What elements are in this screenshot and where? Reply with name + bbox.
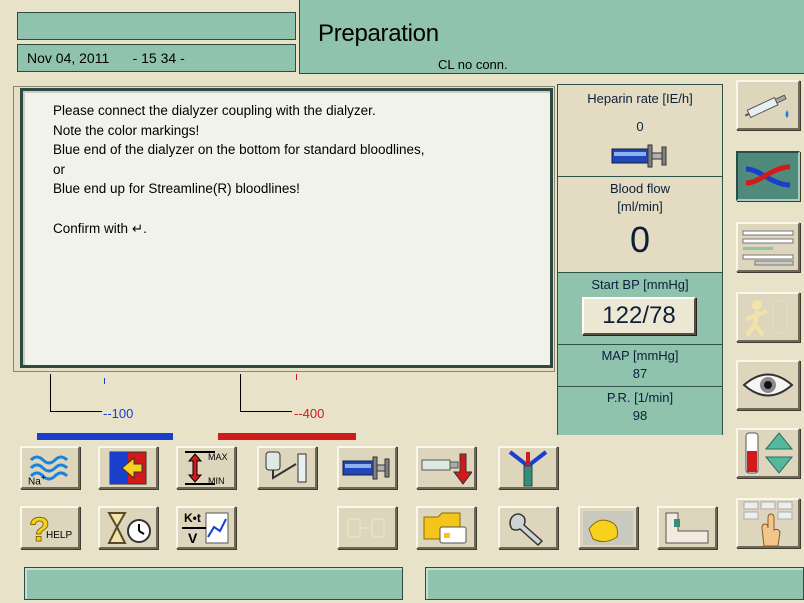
arterial-pressure-bar xyxy=(218,433,356,440)
bicarbonate-button[interactable] xyxy=(98,446,158,489)
heparin-section: Heparin rate [IE/h] 0 xyxy=(558,85,722,177)
map-section: MAP [mmHg] 87 xyxy=(558,345,722,387)
instruction-line: Blue end up for Streamline(R) bloodlines… xyxy=(53,181,300,196)
arm-icon xyxy=(665,512,709,543)
help-button[interactable]: ? HELP xyxy=(20,506,80,549)
cleaning-cloth-icon xyxy=(583,510,633,545)
wrench-icon xyxy=(509,512,544,546)
start-bp-section: Start BP [mmHg] 122/78 xyxy=(558,273,722,345)
instruction-line: Please connect the dialyzer coupling wit… xyxy=(53,103,376,118)
status-bar-right xyxy=(425,567,804,600)
heparin-prime-button[interactable] xyxy=(337,446,397,489)
hand-grid-icon xyxy=(743,501,793,547)
priming-button[interactable] xyxy=(257,446,317,489)
blood-flow-label: Blood flow xyxy=(610,181,670,196)
venous-pressure-gauge xyxy=(50,374,102,412)
pulse-rate-value: 98 xyxy=(632,408,648,423)
connection-status: CL no conn. xyxy=(438,57,508,72)
date-time-display: Nov 04, 2011 - 15 34 - xyxy=(27,50,185,66)
heparin-syringe-icon xyxy=(611,144,667,168)
syringe-icon xyxy=(744,94,789,119)
limits-button[interactable]: MAX MIN xyxy=(176,446,236,489)
settings-bars-icon xyxy=(742,230,794,266)
status-bar-left xyxy=(24,567,403,600)
dialyzer-filling-button[interactable] xyxy=(498,446,558,489)
instruction-line: Blue end of the dialyzer on the bottom f… xyxy=(53,142,425,157)
arm-connect-button[interactable] xyxy=(657,506,717,549)
start-bp-label: Start BP [mmHg] xyxy=(591,277,689,292)
ktv-button[interactable]: K•t V xyxy=(176,506,236,549)
map-value: 87 xyxy=(632,366,648,381)
ktv-top-label: K•t xyxy=(184,511,201,525)
disabled-function-button[interactable] xyxy=(337,506,397,549)
sodium-label: Na+ xyxy=(28,472,46,488)
cleaning-button[interactable] xyxy=(578,506,638,549)
heparin-button[interactable] xyxy=(736,80,800,130)
heparin-bolus-button[interactable] xyxy=(416,446,476,489)
blood-flow-value: 0 xyxy=(629,219,651,260)
arterial-pressure-tick xyxy=(296,374,297,380)
syringe-down-icon xyxy=(421,453,472,485)
level-up-down-icon xyxy=(745,432,794,474)
concentrate-icon xyxy=(109,451,147,484)
instruction-line: Note the color markings! xyxy=(53,123,200,138)
dialyzer-y-icon xyxy=(508,449,548,486)
page-title: Preparation xyxy=(318,20,439,47)
blood-level-button[interactable] xyxy=(736,428,800,478)
instruction-line: or xyxy=(53,162,66,177)
eye-icon xyxy=(742,373,794,397)
status-field xyxy=(17,12,296,40)
arterial-pressure-gauge xyxy=(240,374,292,412)
heparin-rate-value: 0 xyxy=(636,119,644,134)
arterial-pressure-value: --400 xyxy=(294,406,325,421)
help-label: HELP xyxy=(46,530,73,541)
venous-pressure-tick xyxy=(104,378,105,384)
view-button[interactable] xyxy=(736,360,800,410)
time-text: - 15 34 - xyxy=(132,50,185,66)
hourglass-clock-icon xyxy=(107,511,151,544)
dialyzer-faded-icon xyxy=(347,517,385,538)
pulse-rate-section: P.R. [1/min] 98 xyxy=(558,387,722,435)
patient-card-button[interactable] xyxy=(416,506,476,549)
instruction-panel: Please connect the dialyzer coupling wit… xyxy=(20,88,553,368)
min-label: MIN xyxy=(208,476,225,486)
blood-flow-unit: [ml/min] xyxy=(617,199,663,214)
bloodline-connect-button[interactable] xyxy=(736,151,800,201)
crossed-lines-icon xyxy=(745,164,791,188)
pulse-rate-label: P.R. [1/min] xyxy=(606,390,674,405)
service-button[interactable] xyxy=(498,506,558,549)
timer-button[interactable] xyxy=(98,506,158,549)
folder-card-icon xyxy=(423,512,467,543)
start-bp-button[interactable]: 122/78 xyxy=(582,297,696,335)
date-text: Nov 04, 2011 xyxy=(27,50,110,66)
syringe-pump-icon xyxy=(342,456,390,479)
blood-flow-section: Blood flow [ml/min] 0 xyxy=(558,177,722,273)
map-label: MAP [mmHg] xyxy=(601,348,679,363)
ktv-bottom-label: V xyxy=(188,530,198,546)
parameters-button[interactable] xyxy=(736,222,800,272)
bag-dialyzer-icon xyxy=(265,451,307,482)
menu-grid-button[interactable] xyxy=(736,498,800,548)
venous-pressure-value: --100 xyxy=(103,406,134,421)
heparin-rate-label: Heparin rate [IE/h] xyxy=(587,91,693,106)
instruction-line: Confirm with ↵. xyxy=(53,221,147,236)
max-label: MAX xyxy=(208,452,228,462)
treatment-info-panel: Heparin rate [IE/h] 0 Blood flow [ml/min… xyxy=(557,84,723,435)
sodium-profile-button[interactable]: Na+ xyxy=(20,446,80,489)
venous-pressure-bar xyxy=(37,433,173,440)
patient-icon xyxy=(745,300,788,337)
svg-text:?: ? xyxy=(29,511,50,547)
patient-connect-button[interactable] xyxy=(736,292,800,342)
